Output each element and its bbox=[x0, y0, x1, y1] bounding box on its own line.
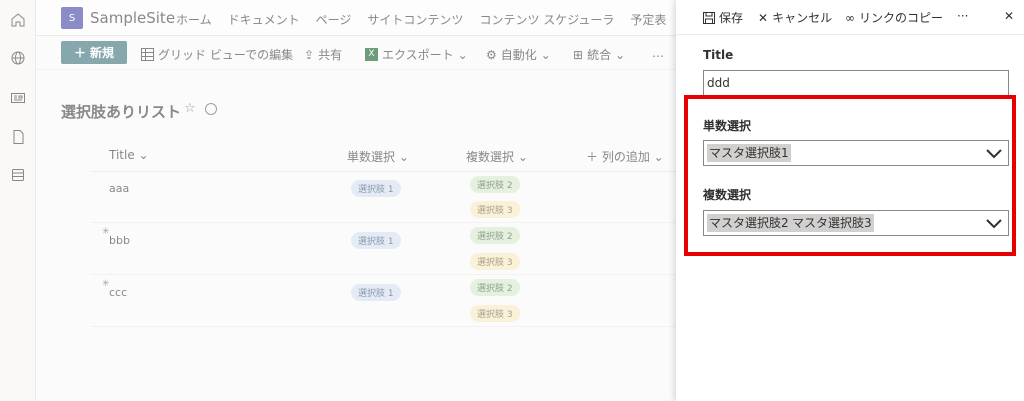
multi-choice-pill: 選択肢 2 bbox=[470, 176, 520, 193]
share-label: 共有 bbox=[318, 48, 343, 62]
cancel-button[interactable]: ✕ キャンセル bbox=[758, 9, 832, 26]
close-panel-icon[interactable]: ✕ bbox=[1004, 9, 1014, 23]
automate-icon: ⚙ bbox=[486, 47, 497, 62]
nav-item-home[interactable]: ホーム bbox=[176, 11, 212, 28]
row-title[interactable]: ccc bbox=[109, 286, 127, 299]
globe-icon[interactable] bbox=[9, 49, 27, 67]
integrate-button[interactable]: ⊞ 統合 ⌄ bbox=[573, 46, 625, 63]
command-bar: ＋ 新規 グリッド ビューでの編集 ⇪ 共有 X エクスポート ⌄ ⚙ 自動化 … bbox=[36, 36, 676, 70]
multi-choice-pill: 選択肢 2 bbox=[470, 227, 520, 244]
multi-choice-pill: 選択肢 3 bbox=[470, 305, 520, 322]
grid-edit-label: グリッド ビューでの編集 bbox=[158, 48, 294, 62]
title-field[interactable]: ddd bbox=[703, 70, 1009, 96]
close-icon: ✕ bbox=[758, 10, 769, 25]
save-label: 保存 bbox=[719, 11, 744, 25]
new-button-label: 新規 bbox=[90, 46, 115, 60]
site-header: S SampleSite ホーム ドキュメント ページ サイトコンテンツ コンテ… bbox=[36, 0, 676, 36]
single-choice-pill: 選択肢 1 bbox=[351, 180, 401, 197]
automate-button[interactable]: ⚙ 自動化 ⌄ bbox=[486, 46, 551, 63]
app-rail bbox=[0, 0, 36, 401]
star-icon[interactable]: ☆ bbox=[184, 101, 196, 116]
nav-item-pages[interactable]: ページ bbox=[316, 11, 352, 28]
plus-icon: ＋ bbox=[73, 46, 86, 60]
add-column-button[interactable]: ＋ 列の追加 ⌄ bbox=[586, 148, 664, 165]
chevron-down-icon: ⌄ bbox=[540, 47, 551, 62]
integrate-label: 統合 bbox=[587, 48, 612, 62]
column-header-multi[interactable]: 複数選択 ⌄ bbox=[466, 148, 528, 165]
automate-label: 自動化 bbox=[500, 48, 537, 62]
multi-choice-pill: 選択肢 3 bbox=[470, 201, 520, 218]
home-icon[interactable] bbox=[9, 11, 27, 29]
list-title: 選択肢ありリスト bbox=[61, 103, 182, 121]
multi-choice-pill: 選択肢 2 bbox=[470, 279, 520, 296]
nav-item-documents[interactable]: ドキュメント bbox=[228, 11, 300, 28]
nav-item-calendar[interactable]: 予定表 bbox=[630, 11, 666, 28]
panel-toolbar: 保存 ✕ キャンセル ∞ リンクのコピー ··· ✕ bbox=[676, 0, 1024, 35]
copy-link-button[interactable]: ∞ リンクのコピー bbox=[845, 9, 943, 26]
document-icon[interactable] bbox=[9, 128, 27, 146]
cancel-label: キャンセル bbox=[772, 11, 833, 25]
chevron-down-icon: ⌄ bbox=[615, 47, 626, 62]
column-header-single[interactable]: 単数選択 ⌄ bbox=[347, 148, 409, 165]
site-logo[interactable]: S bbox=[61, 7, 83, 29]
row-title[interactable]: bbb bbox=[109, 234, 130, 247]
row-title[interactable]: aaa bbox=[109, 182, 129, 195]
new-button[interactable]: ＋ 新規 bbox=[61, 41, 127, 64]
main-area: S SampleSite ホーム ドキュメント ページ サイトコンテンツ コンテ… bbox=[36, 0, 676, 401]
more-commands-button[interactable]: … bbox=[652, 46, 664, 60]
integrate-icon: ⊞ bbox=[573, 47, 584, 62]
save-icon bbox=[703, 11, 715, 24]
more-button[interactable]: ··· bbox=[957, 9, 968, 23]
single-choice-pill: 選択肢 1 bbox=[351, 284, 401, 301]
header-divider bbox=[91, 171, 676, 172]
column-header-title[interactable]: Title ⌄ bbox=[109, 148, 149, 162]
export-button[interactable]: X エクスポート ⌄ bbox=[365, 46, 468, 63]
row-divider bbox=[91, 326, 676, 327]
news-icon[interactable] bbox=[9, 89, 27, 107]
multi-choice-pill: 選択肢 3 bbox=[470, 253, 520, 270]
grid-icon bbox=[141, 48, 154, 61]
share-icon: ⇪ bbox=[304, 47, 315, 62]
excel-icon: X bbox=[365, 48, 378, 61]
nav-item-site-contents[interactable]: サイトコンテンツ bbox=[367, 11, 463, 28]
save-button[interactable]: 保存 bbox=[703, 9, 743, 26]
share-button[interactable]: ⇪ 共有 bbox=[304, 46, 342, 63]
link-icon: ∞ bbox=[845, 10, 855, 25]
site-name[interactable]: SampleSite bbox=[90, 9, 175, 27]
highlight-box bbox=[684, 95, 1016, 256]
row-divider bbox=[91, 222, 676, 223]
single-choice-pill: 選択肢 1 bbox=[351, 232, 401, 249]
nav-item-content-scheduler[interactable]: コンテンツ スケジューラ bbox=[479, 11, 614, 28]
chevron-down-icon: ⌄ bbox=[457, 47, 468, 62]
copy-link-label: リンクのコピー bbox=[859, 11, 944, 25]
export-label: エクスポート bbox=[382, 48, 454, 62]
row-divider bbox=[91, 274, 676, 275]
title-field-label: Title bbox=[703, 48, 734, 62]
grid-edit-button[interactable]: グリッド ビューでの編集 bbox=[141, 46, 293, 63]
site-nav: ホーム ドキュメント ページ サイトコンテンツ コンテンツ スケジューラ 予定表 bbox=[176, 11, 666, 28]
list-icon[interactable] bbox=[9, 166, 27, 184]
check-circle-icon[interactable] bbox=[205, 103, 217, 115]
